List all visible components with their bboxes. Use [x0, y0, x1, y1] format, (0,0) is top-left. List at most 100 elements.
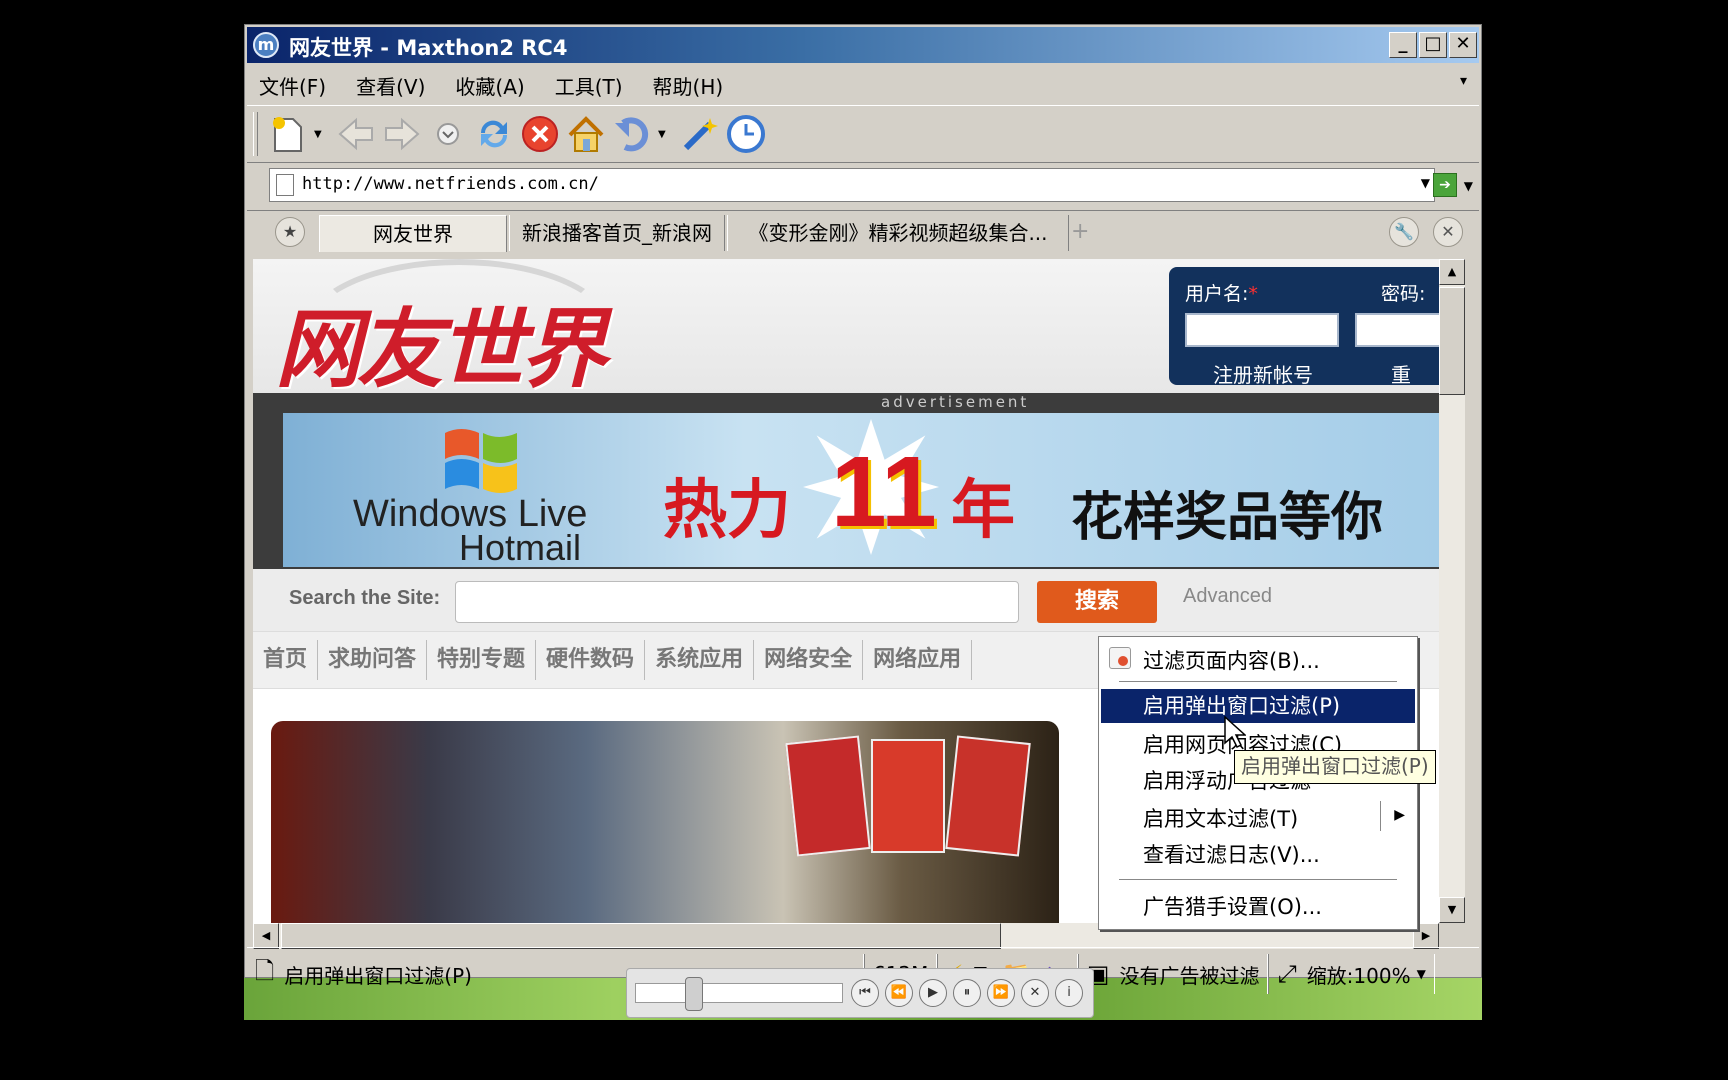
menu-favorites[interactable]: 收藏(A) — [455, 71, 524, 100]
media-info-icon[interactable]: i — [1055, 979, 1083, 1007]
hotmail-ad-banner[interactable]: Windows Live Hotmail 热力 11 年 花样奖品等你 — [283, 413, 1439, 567]
advanced-search-link[interactable]: Advanced — [1183, 585, 1272, 608]
tab-bar: ★ 网友世界 新浪播客首页_新浪网 《变形金刚》精彩视频超级集合... + 🔧 … — [247, 211, 1479, 253]
status-text: 启用弹出窗口过滤(P) — [284, 963, 472, 988]
ad-brand-hotmail: Hotmail — [459, 527, 582, 567]
page-status-icon: 🗋 — [255, 956, 275, 985]
minimize-button[interactable]: _ — [1389, 32, 1417, 58]
clock-icon[interactable] — [726, 114, 766, 154]
nav-qa[interactable]: 求助问答 — [318, 640, 428, 680]
nav-network[interactable]: 网络应用 — [863, 640, 973, 680]
scroll-up-icon[interactable]: ▲ — [1439, 259, 1465, 285]
login-panel: 用户名:* 密码: 注册新帐号 重 — [1169, 267, 1439, 388]
tab-transformers-video[interactable]: 《变形金刚》精彩视频超级集合... — [727, 215, 1069, 251]
menu-filter-page-content[interactable]: 过滤页面内容(B)... — [1143, 645, 1320, 675]
magazine-cover — [945, 735, 1031, 857]
ad-label: advertisement — [881, 393, 1030, 411]
stop-icon[interactable] — [520, 114, 560, 154]
new-page-dropdown-icon[interactable]: ▼ — [314, 129, 326, 140]
magic-wand-icon[interactable] — [680, 114, 720, 154]
site-search-label: Search the Site: — [289, 587, 441, 609]
ad-slogan-right: 年 — [951, 473, 1015, 548]
site-search-row: Search the Site: 搜索 Advanced — [253, 569, 1439, 631]
maximize-button[interactable]: □ — [1419, 32, 1447, 58]
nav-system[interactable]: 系统应用 — [645, 640, 755, 680]
media-play-icon[interactable]: ▶ — [919, 979, 947, 1007]
address-input[interactable]: http://www.netfriends.com.cn/ ▼ — [269, 168, 1435, 202]
vertical-scrollbar[interactable]: ▲ ▼ — [1439, 259, 1465, 923]
nav-special[interactable]: 特别专题 — [427, 640, 537, 680]
site-search-button[interactable]: 搜索 — [1037, 581, 1157, 623]
undo-close-icon[interactable] — [612, 114, 652, 154]
back-icon[interactable] — [336, 114, 376, 154]
menu-bar: 文件(F) 查看(V) 收藏(A) 工具(T) 帮助(H) ▾ — [247, 65, 1479, 105]
adblock-status[interactable]: ▣ 没有广告被过滤 — [1077, 954, 1269, 994]
nav-home[interactable]: 首页 — [253, 640, 319, 680]
new-tab-icon[interactable]: + — [1071, 219, 1089, 244]
media-prev-icon[interactable]: ⏮ — [851, 979, 879, 1007]
menu-view[interactable]: 查看(V) — [356, 71, 425, 100]
register-link[interactable]: 注册新帐号 — [1213, 359, 1313, 388]
wrench-icon[interactable]: 🔧 — [1389, 217, 1419, 247]
forward-icon[interactable] — [382, 114, 422, 154]
menu-enable-popup-filter[interactable]: 启用弹出窗口过滤(P) — [1101, 689, 1415, 723]
nav-security[interactable]: 网络安全 — [754, 640, 864, 680]
history-dropdown-icon[interactable] — [428, 114, 468, 154]
password-label: 密码: — [1381, 283, 1426, 305]
zoom-control[interactable]: ⤢ 缩放:100% ▼ — [1268, 954, 1435, 994]
refresh-icon[interactable] — [474, 114, 514, 154]
menu-help[interactable]: 帮助(H) — [653, 71, 724, 100]
zoom-icon: ⤢ — [1277, 960, 1297, 988]
nav-hardware[interactable]: 硬件数码 — [536, 640, 646, 680]
menu-enable-text-filter[interactable]: 启用文本过滤(T) — [1143, 803, 1298, 833]
tooltip: 启用弹出窗口过滤(P) — [1234, 750, 1436, 784]
new-page-icon[interactable] — [268, 114, 308, 154]
address-dropdown-icon[interactable]: ▼ — [1421, 176, 1430, 190]
go-button[interactable]: ➔ — [1433, 173, 1457, 197]
page-icon — [276, 174, 294, 196]
ad-prize-text: 花样奖品等你 — [1071, 488, 1384, 548]
vertical-scroll-thumb[interactable] — [1439, 287, 1465, 395]
close-button[interactable]: ✕ — [1449, 32, 1477, 58]
toolbar-grip[interactable] — [253, 112, 258, 156]
ad-slogan-number: 11 — [831, 436, 937, 548]
menu-view-filter-log[interactable]: 查看过滤日志(V)... — [1143, 839, 1320, 869]
reset-link[interactable]: 重 — [1391, 359, 1411, 388]
menubar-chevron-icon[interactable]: ▾ — [1460, 73, 1467, 89]
magazine-cover — [785, 735, 871, 857]
close-tab-icon[interactable]: ✕ — [1433, 217, 1463, 247]
tab-sina-podcast[interactable]: 新浪播客首页_新浪网 — [509, 215, 725, 251]
media-pause-icon[interactable]: ⏸ — [953, 979, 981, 1007]
media-stop-icon[interactable]: ✕ — [1021, 979, 1049, 1007]
username-input[interactable] — [1185, 313, 1339, 347]
media-player-bar: ⏮ ⏪ ▶ ⏸ ⏩ ✕ i — [626, 968, 1094, 1018]
scroll-down-icon[interactable]: ▼ — [1439, 897, 1465, 923]
horizontal-scroll-thumb[interactable] — [281, 923, 1001, 949]
menu-ad-hunter-settings[interactable]: 广告猎手设置(O)... — [1143, 891, 1322, 921]
username-label: 用户名:* — [1185, 283, 1258, 305]
menu-separator — [1119, 681, 1397, 683]
zoom-dropdown-icon[interactable]: ▼ — [1417, 967, 1426, 981]
media-forward-icon[interactable]: ⏩ — [987, 979, 1015, 1007]
password-input[interactable] — [1355, 313, 1439, 347]
title-bar[interactable]: m 网友世界 - Maxthon2 RC4 _ □ ✕ — [247, 27, 1479, 63]
menu-file[interactable]: 文件(F) — [259, 71, 326, 100]
site-header: 网友世界 用户名:* 密码: 注册新帐号 重 — [253, 259, 1439, 400]
menu-tools[interactable]: 工具(T) — [555, 71, 623, 100]
go-dropdown-icon[interactable]: ▼ — [1464, 179, 1473, 193]
filter-page-icon — [1109, 647, 1131, 669]
favorites-star-icon[interactable]: ★ — [275, 217, 305, 247]
media-rewind-icon[interactable]: ⏪ — [885, 979, 913, 1007]
media-seek-knob[interactable] — [684, 977, 703, 1011]
site-search-input[interactable] — [455, 581, 1019, 623]
address-url[interactable]: http://www.netfriends.com.cn/ — [302, 174, 599, 194]
required-mark: * — [1248, 283, 1258, 305]
tab-netfriends[interactable]: 网友世界 — [319, 215, 507, 252]
feature-banner-image[interactable] — [271, 721, 1059, 923]
media-seek-track[interactable] — [635, 983, 843, 1003]
undo-close-dropdown-icon[interactable]: ▼ — [658, 129, 670, 140]
submenu-arrow-icon: ▶ — [1394, 807, 1405, 823]
scroll-left-icon[interactable]: ◀ — [253, 923, 279, 949]
home-icon[interactable] — [566, 114, 606, 154]
site-logo[interactable]: 网友世界 — [275, 279, 607, 404]
